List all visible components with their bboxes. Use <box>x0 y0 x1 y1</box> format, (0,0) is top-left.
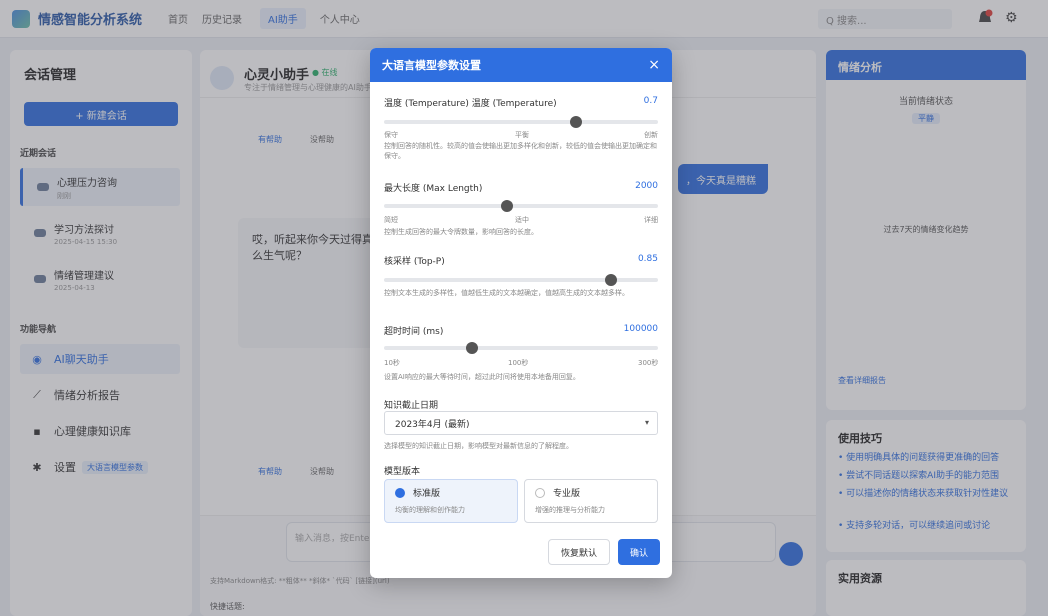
reset-default-button[interactable]: 恢复默认 <box>548 539 610 565</box>
cutoff-help: 选择模型的知识截止日期，影响模型对最新信息的了解程度。 <box>384 442 573 450</box>
timeout-label: 超时时间 (ms) <box>384 327 444 337</box>
max-length-value: 2000 <box>635 181 658 191</box>
model-settings-modal: 大语言模型参数设置 × 温度 (Temperature) 温度 (Tempera… <box>370 48 672 578</box>
top-p-slider[interactable] <box>384 274 658 286</box>
cutoff-label: 知识截止日期 <box>384 401 439 411</box>
temperature-value: 0.7 <box>643 96 658 106</box>
cutoff-selected: 2023年4月 (最新) <box>395 419 470 430</box>
top-p-knob[interactable] <box>605 274 618 286</box>
radio-icon <box>535 487 545 498</box>
top-p-value: 0.85 <box>637 254 658 264</box>
temperature-help: 控制回答的随机性。较高的值会使输出更加多样化和创新，较低的值会使输出更加确定和保… <box>384 142 657 160</box>
max-length-knob[interactable] <box>501 200 514 212</box>
close-icon[interactable]: × <box>648 57 660 73</box>
timeout-help: 设置AI响应的最大等待时间，超过此时间将使用本地备用回复。 <box>384 373 580 381</box>
version-desc: 增强的推理与分析能力 <box>535 506 605 514</box>
max-length-label: 最大长度 (Max Length) <box>384 184 483 194</box>
temperature-knob[interactable] <box>569 116 582 128</box>
version-desc: 均衡的理解和创作能力 <box>395 506 465 514</box>
slider-mark: 适中 <box>515 216 529 224</box>
version-title: 专业版 <box>553 489 581 499</box>
modal-header: 大语言模型参数设置 × <box>370 48 672 82</box>
slider-mark: 100秒 <box>508 359 529 367</box>
chevron-down-icon: ▾ <box>644 418 649 427</box>
version-title: 标准版 <box>413 489 441 499</box>
version-label: 模型版本 <box>384 467 421 477</box>
top-p-label: 核采样 (Top-P) <box>384 257 445 267</box>
timeout-value: 100000 <box>623 324 658 334</box>
timeout-slider[interactable] <box>384 342 658 354</box>
modal-title: 大语言模型参数设置 <box>382 59 481 72</box>
slider-mark: 简短 <box>384 216 398 224</box>
slider-mark: 平衡 <box>515 131 529 139</box>
temperature-slider[interactable] <box>384 116 658 128</box>
radio-selected-icon <box>395 487 405 498</box>
max-length-slider[interactable] <box>384 200 658 212</box>
cutoff-select[interactable]: 2023年4月 (最新) ▾ <box>384 411 658 435</box>
timeout-knob[interactable] <box>465 342 478 354</box>
version-pro-option[interactable]: 专业版 增强的推理与分析能力 <box>524 479 658 523</box>
top-p-help: 控制文本生成的多样性，值越低生成的文本越确定，值越高生成的文本越多样。 <box>384 289 629 297</box>
slider-mark: 保守 <box>384 131 398 139</box>
max-length-help: 控制生成回答的最大令牌数量，影响回答的长度。 <box>384 228 538 236</box>
slider-mark: 详细 <box>644 216 658 224</box>
slider-mark: 300秒 <box>638 359 659 367</box>
slider-mark: 10秒 <box>384 359 400 367</box>
confirm-button[interactable]: 确认 <box>618 539 660 565</box>
slider-mark: 创新 <box>644 131 658 139</box>
version-standard-option[interactable]: 标准版 均衡的理解和创作能力 <box>384 479 518 523</box>
temperature-label: 温度 (Temperature) 温度 (Temperature) <box>384 99 557 109</box>
